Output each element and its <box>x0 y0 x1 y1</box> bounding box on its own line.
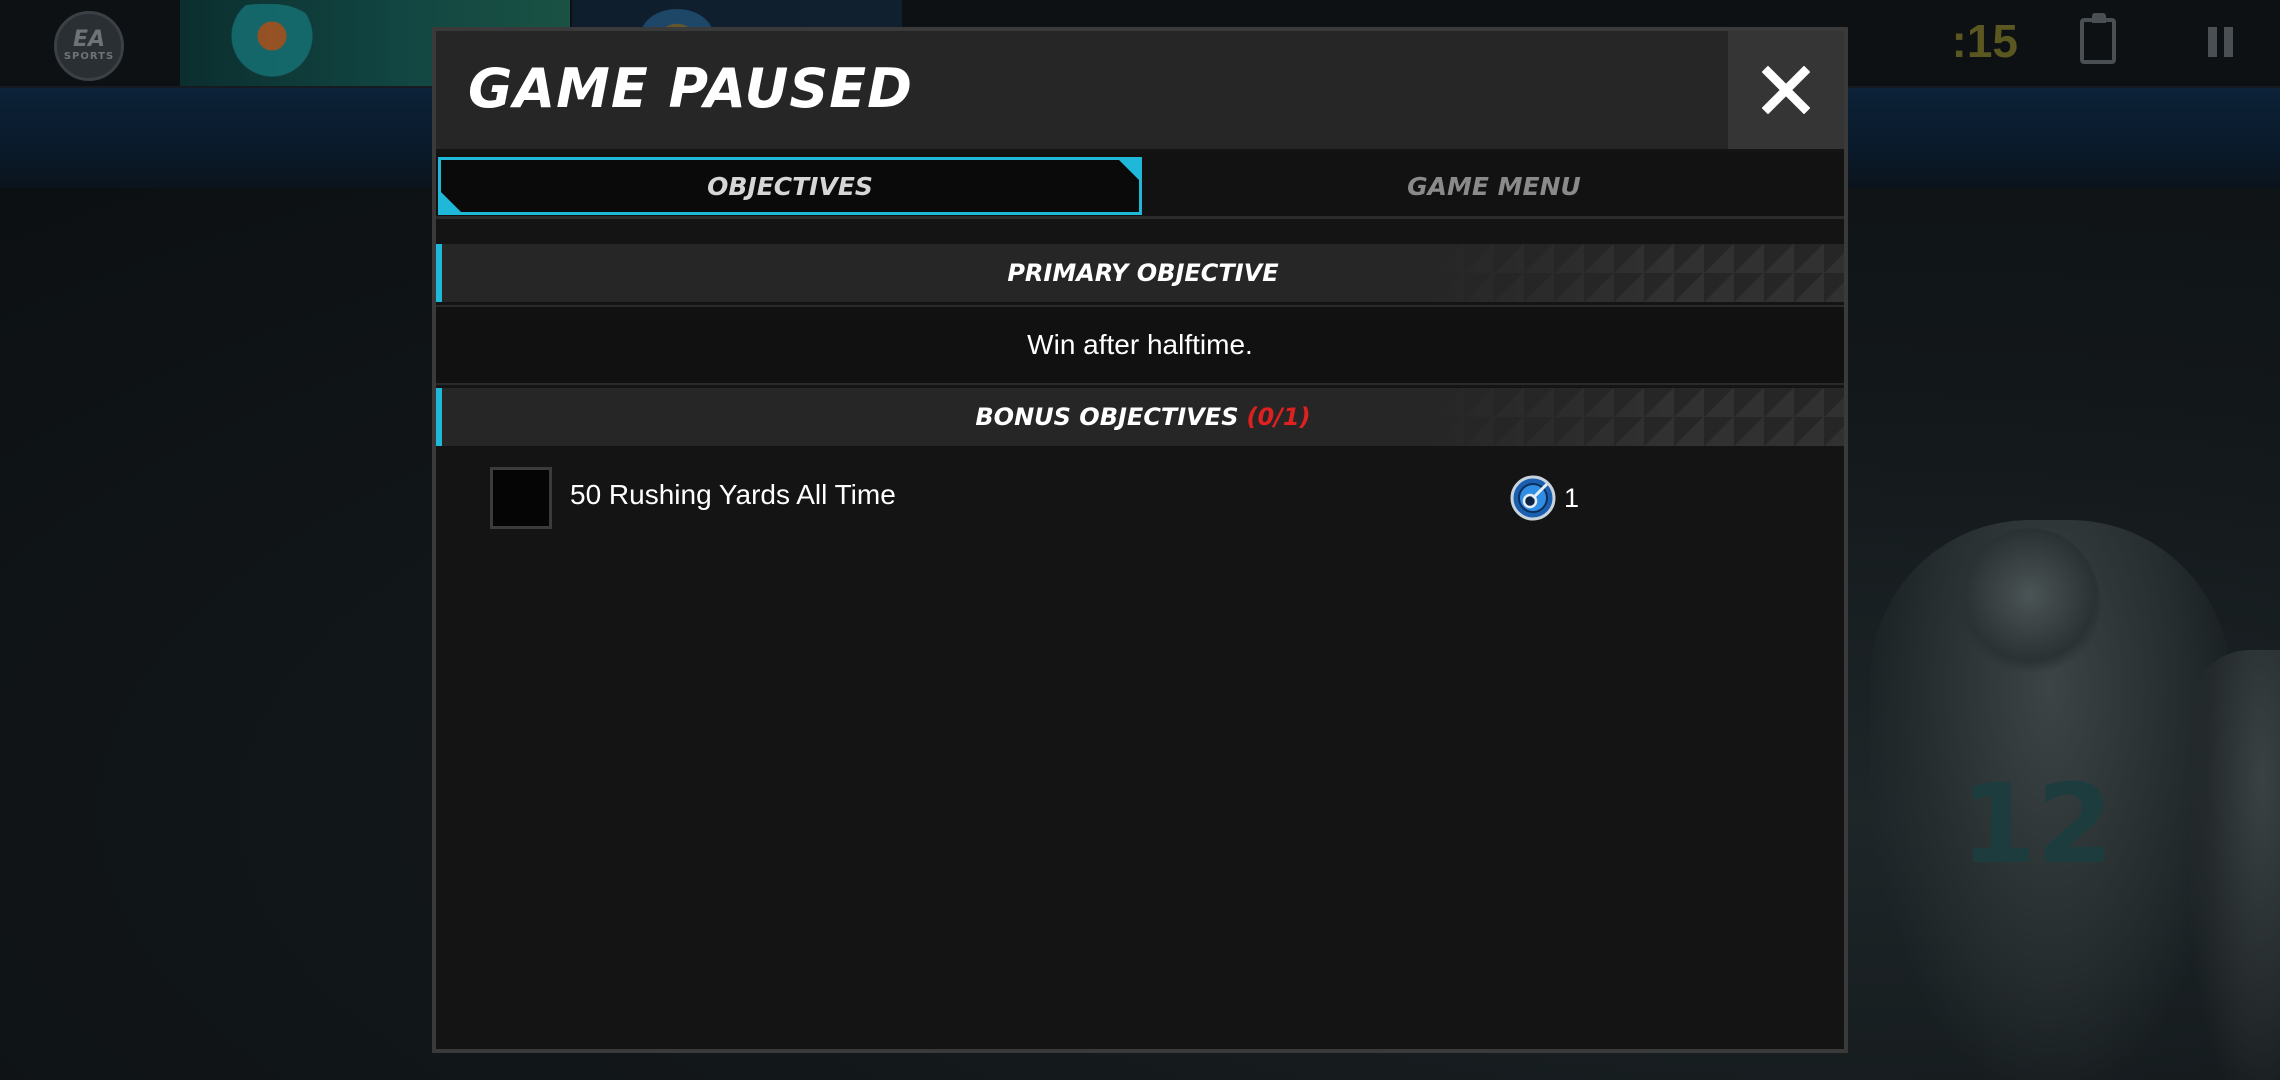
dolphins-logo-icon <box>200 4 320 84</box>
tab-game-menu[interactable]: GAME MENU <box>1144 157 1844 215</box>
close-button[interactable] <box>1728 31 1844 149</box>
tab-objectives-label: OBJECTIVES <box>707 171 873 201</box>
objective-text: 50 Rushing Yards All Time <box>570 479 896 510</box>
token-icon <box>1510 475 1556 521</box>
pause-icon[interactable] <box>2208 27 2234 57</box>
primary-objective-text: Win after halftime. <box>436 305 1844 385</box>
triangle-pattern <box>1404 244 1844 302</box>
player-helmet <box>1960 528 2100 678</box>
game-clock: :15 <box>1951 15 2018 67</box>
bonus-objectives-title: BONUS OBJECTIVES <box>975 403 1239 431</box>
player-figure-2 <box>2190 650 2280 1080</box>
bonus-objectives-header: BONUS OBJECTIVES (0/1) <box>436 388 1844 446</box>
modal-title: GAME PAUSED <box>468 57 913 120</box>
bonus-objectives-count: (0/1) <box>1246 403 1311 431</box>
modal-header: GAME PAUSED <box>436 31 1844 149</box>
triangle-pattern <box>1404 388 1844 446</box>
primary-objective-header: PRIMARY OBJECTIVE <box>436 244 1844 302</box>
ea-logo-subtext: SPORTS <box>63 51 115 62</box>
ea-logo-text: EA <box>72 27 106 52</box>
close-icon <box>1762 66 1810 114</box>
ea-sports-logo: EA SPORTS <box>54 11 124 81</box>
tab-objectives[interactable]: OBJECTIVES <box>438 157 1142 215</box>
tab-game-menu-label: GAME MENU <box>1407 171 1581 201</box>
jersey-number: 12 <box>1960 760 2114 888</box>
bonus-objective-item: 50 Rushing Yards All Time 1 <box>490 467 1790 531</box>
clipboard-icon[interactable] <box>2080 13 2116 64</box>
reward-count: 1 <box>1564 483 1580 513</box>
pause-modal: GAME PAUSED OBJECTIVES GAME MENU PRIMARY… <box>432 27 1848 1053</box>
primary-objective-title: PRIMARY OBJECTIVE <box>1007 259 1279 287</box>
tab-bar: OBJECTIVES GAME MENU <box>436 153 1844 219</box>
objective-checkbox[interactable] <box>490 467 552 529</box>
